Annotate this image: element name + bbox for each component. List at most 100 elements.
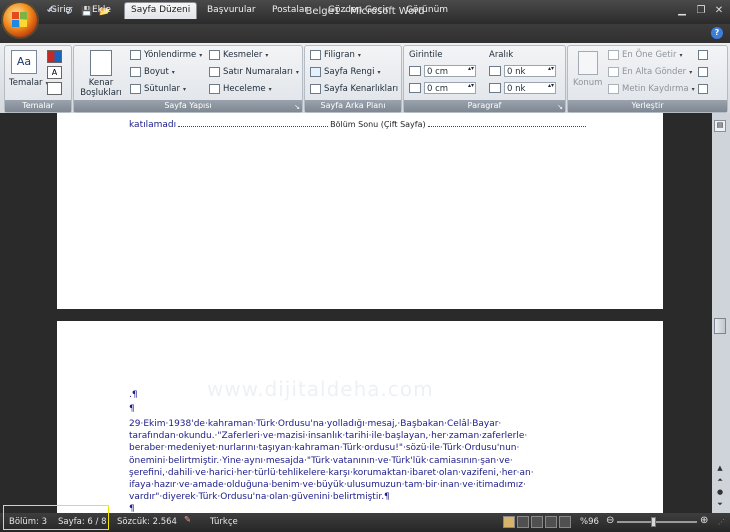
paragraph-line: beraber·medeniyet·nurlarını·taşıyan·kahr…: [129, 443, 520, 454]
help-icon[interactable]: ?: [711, 27, 723, 39]
zoom-in-icon[interactable]: ⊕: [700, 515, 708, 526]
zoom-out-icon[interactable]: ⊖: [606, 515, 614, 526]
tab-ekle[interactable]: Ekle: [86, 3, 117, 19]
next-page-icon[interactable]: ⏷: [714, 498, 726, 510]
page-borders-button[interactable]: Sayfa Kenarlıkları: [310, 84, 398, 94]
highlight-box: [3, 505, 109, 530]
zoom-slider-thumb[interactable]: [650, 517, 656, 527]
tab-postalar[interactable]: Postalar: [266, 3, 314, 19]
zoom-level[interactable]: %96: [580, 517, 599, 527]
position-icon[interactable]: [578, 51, 598, 75]
page-text-line: katılamadı: [129, 120, 177, 130]
proofing-icon[interactable]: ✎: [184, 515, 191, 525]
document-workspace[interactable]: katılamadı Bölüm Sonu (Çift Sayfa) www.d…: [0, 113, 712, 513]
previous-page-icon[interactable]: ⏶: [714, 474, 726, 486]
group-label: Sayfa Yapısı: [74, 100, 302, 112]
paragraph-line: şerefini,·dahili·ve·harici·her·türlü·teh…: [129, 467, 534, 478]
space-after-icon: [489, 83, 501, 93]
indent-title: Girintile: [409, 50, 443, 60]
indent-right-icon: [409, 83, 421, 93]
size-button[interactable]: Boyut ▾: [130, 67, 175, 77]
status-bar: Bölüm: 3 Sayfa: 6 / 8 Sözcük: 2.564 ✎ Tü…: [0, 513, 730, 532]
outline-view-icon[interactable]: [545, 516, 557, 528]
indent-left-input[interactable]: 0 cm: [424, 65, 476, 77]
paragraph-mark: ¶: [129, 404, 135, 414]
tab-gozden-gecir[interactable]: Gözden Geçir: [322, 3, 395, 19]
paragraph-line: tarafından·okundu.·"Zaferleri·ve·mazisi·…: [129, 431, 528, 442]
tab-basvurular[interactable]: Başvurular: [201, 3, 262, 19]
paragraph-body: 29·Ekim·1938'de·kahraman·Türk·Ordusu'na·…: [129, 418, 534, 513]
tab-giris[interactable]: Giriş: [44, 3, 76, 19]
resize-grip-icon[interactable]: ⋰: [718, 518, 725, 526]
send-back-button[interactable]: En Alta Gönder ▾: [608, 67, 692, 77]
hyphenation-icon: [209, 84, 220, 94]
vertical-scrollbar[interactable]: [712, 113, 730, 513]
theme-fonts-icon[interactable]: A: [47, 66, 62, 79]
minimize-button[interactable]: ▁: [673, 4, 691, 18]
watermark-button[interactable]: Filigran ▾: [310, 50, 361, 60]
close-button[interactable]: ✕: [710, 4, 728, 18]
group-sayfa-arka-plani: Filigran ▾ Sayfa Rengi ▾ Sayfa Kenarlıklar…: [304, 45, 402, 113]
office-button[interactable]: [3, 3, 37, 37]
group-sayfa-yapisi: Kenar Boşlukları Yönlendirme ▾ Boyut ▾ Süt…: [73, 45, 303, 113]
indent-right-input[interactable]: 0 cm: [424, 82, 476, 94]
group-label: Temalar: [5, 100, 71, 112]
dialog-launcher-icon[interactable]: ↘: [294, 103, 300, 111]
watermark: www.dijitaldeha.com: [207, 377, 434, 401]
breaks-button[interactable]: Kesmeler ▾: [209, 50, 268, 60]
space-after-input[interactable]: 0 nk: [504, 82, 556, 94]
group-label: Paragraf: [404, 100, 565, 112]
line-numbers-button[interactable]: Satır Numaraları ▾: [209, 67, 299, 77]
bring-front-button[interactable]: En Öne Getir ▾: [608, 50, 683, 60]
document-page[interactable]: katılamadı Bölüm Sonu (Çift Sayfa): [57, 113, 663, 309]
ribbon-tab-bar: [0, 24, 730, 43]
theme-effects-icon[interactable]: [47, 82, 62, 95]
office-logo-icon: [12, 12, 19, 19]
margins-icon[interactable]: [90, 50, 112, 76]
bring-front-icon: [608, 50, 619, 60]
scrollbar-thumb[interactable]: [714, 318, 726, 334]
themes-button[interactable]: Temalar▾: [9, 78, 49, 88]
spacing-title: Aralık: [489, 50, 514, 60]
text-wrap-button[interactable]: Metin Kaydırma ▾: [608, 84, 695, 94]
group-label: Yerleştir: [568, 100, 727, 112]
margins-button[interactable]: Kenar Boşlukları: [78, 78, 124, 98]
space-before-input[interactable]: 0 nk: [504, 65, 556, 77]
view-ruler-icon[interactable]: ▤: [714, 120, 726, 132]
align-icon[interactable]: [698, 50, 712, 61]
columns-button[interactable]: Sütunlar ▾: [130, 84, 186, 94]
maximize-button[interactable]: ❐: [692, 4, 710, 18]
line-numbers-icon: [209, 67, 220, 77]
zoom-slider[interactable]: [617, 521, 697, 523]
position-button[interactable]: Konum: [573, 78, 602, 88]
web-layout-view-icon[interactable]: [531, 516, 543, 528]
paragraph-line: vardır"·diyerek·Türk·Ordusu'na·olan·güve…: [129, 492, 390, 503]
themes-icon[interactable]: Aa: [11, 50, 37, 74]
tab-sayfa-duzeni[interactable]: Sayfa Düzeni: [124, 2, 198, 19]
page-color-button[interactable]: Sayfa Rengi ▾: [310, 67, 380, 77]
browse-object-icon[interactable]: ●: [714, 486, 726, 498]
print-layout-view-icon[interactable]: [503, 516, 515, 528]
send-back-icon: [608, 67, 619, 77]
tab-gorunum[interactable]: Görünüm: [400, 3, 454, 19]
word-count[interactable]: Sözcük: 2.564: [117, 517, 177, 527]
page-borders-icon: [310, 84, 321, 94]
full-screen-view-icon[interactable]: [517, 516, 529, 528]
dialog-launcher-icon[interactable]: ↘: [557, 103, 563, 111]
theme-colors-icon[interactable]: [47, 50, 62, 63]
orientation-icon: [130, 50, 141, 60]
scroll-up-icon[interactable]: ▲: [714, 462, 726, 474]
hyphenation-button[interactable]: Heceleme ▾: [209, 84, 272, 94]
page-color-icon: [310, 67, 321, 77]
orientation-button[interactable]: Yönlendirme ▾: [130, 50, 202, 60]
language-indicator[interactable]: Türkçe: [210, 517, 238, 527]
section-break-marker: Bölüm Sonu (Çift Sayfa): [330, 120, 426, 129]
rotate-icon[interactable]: [698, 84, 712, 95]
draft-view-icon[interactable]: [559, 516, 571, 528]
group-paragraf: Girintile Aralık 0 cm 0 cm 0 nk 0 nk Par…: [403, 45, 566, 113]
group-temalar: Aa Temalar▾ A Temalar: [4, 45, 72, 113]
document-page[interactable]: www.dijitaldeha.com .¶ ¶ 29·Ekim·1938'de…: [57, 321, 663, 513]
group-objects-icon[interactable]: [698, 67, 712, 78]
indent-left-icon: [409, 66, 421, 76]
group-label: Sayfa Arka Planı: [305, 100, 401, 112]
